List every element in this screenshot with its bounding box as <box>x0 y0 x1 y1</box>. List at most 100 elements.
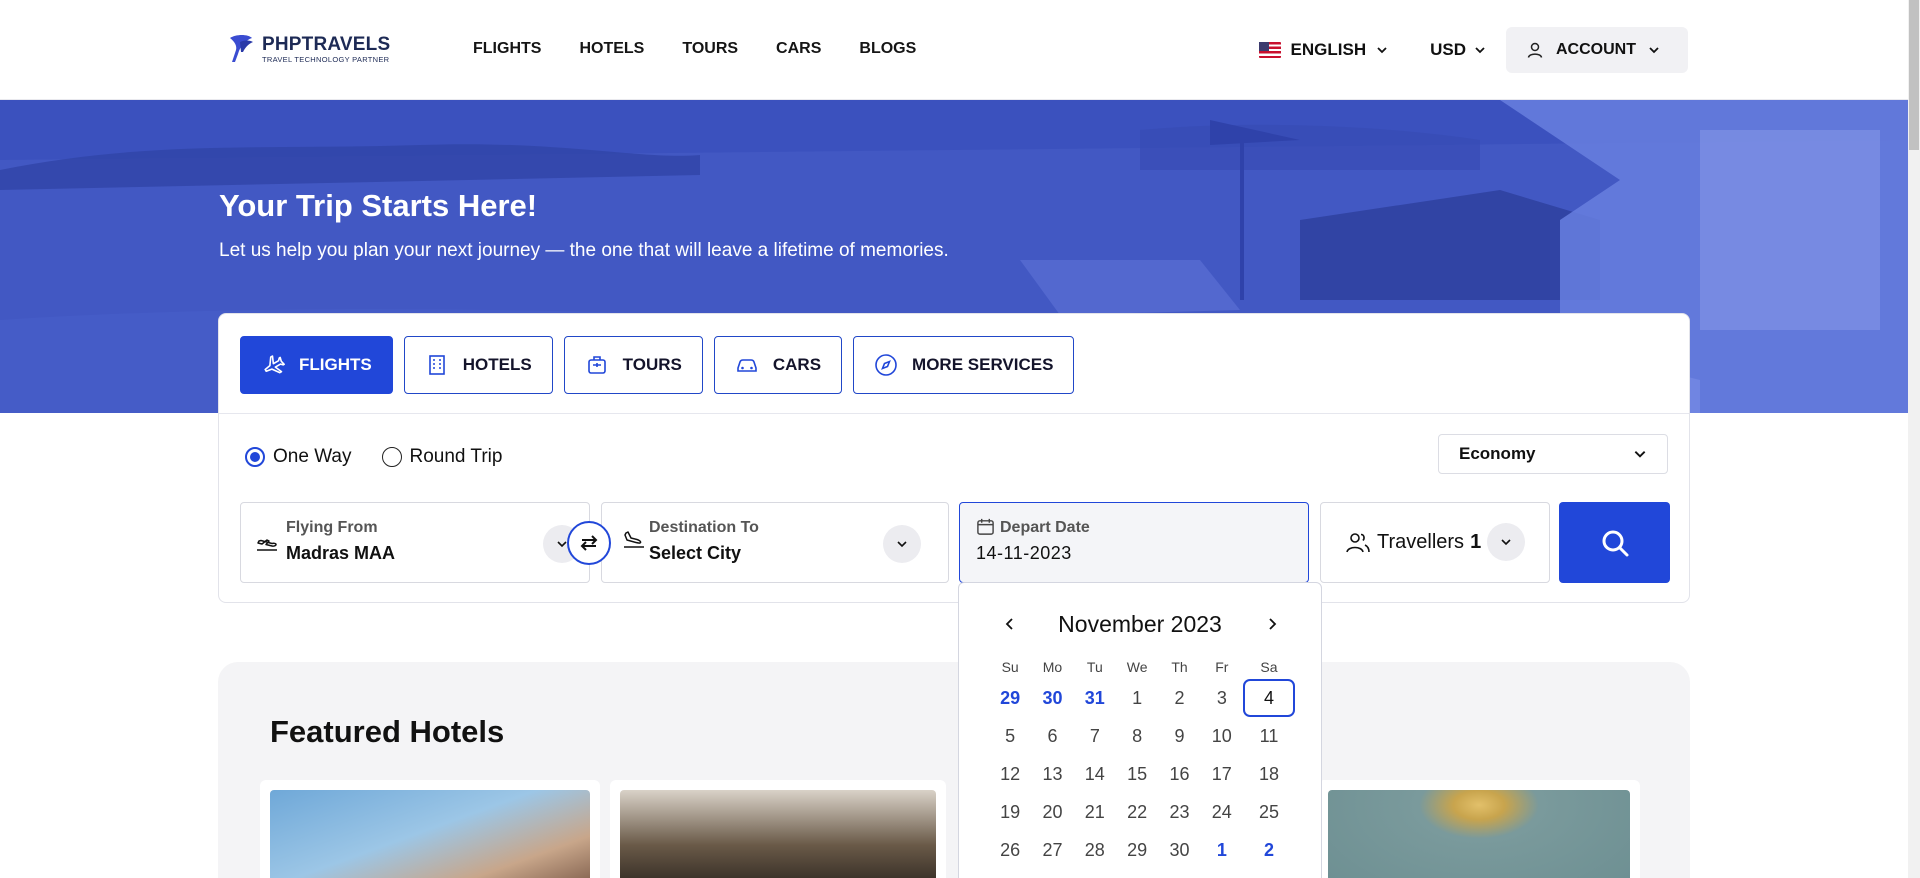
scrollbar-thumb[interactable] <box>1909 0 1919 150</box>
language-selector[interactable]: ENGLISH <box>1258 40 1389 60</box>
tab-label: TOURS <box>622 355 682 374</box>
calendar-day[interactable]: 20 <box>1031 793 1073 831</box>
calendar-day[interactable]: 26 <box>989 831 1031 869</box>
chevron-down-icon <box>1649 47 1659 54</box>
calendar-day[interactable]: 13 <box>1031 755 1073 793</box>
main-nav: FLIGHTS HOTELS TOURS CARS BLOGS <box>473 40 954 58</box>
calendar-day[interactable]: 10 <box>1201 717 1243 755</box>
calendar-day[interactable]: 1 <box>1201 831 1243 869</box>
calendar-day[interactable]: 9 <box>1158 717 1200 755</box>
calendar-day-number: 27 <box>1042 840 1063 860</box>
calendar-day[interactable]: 1 <box>1116 679 1158 717</box>
search-button[interactable] <box>1559 502 1670 583</box>
hotel-card[interactable] <box>260 780 600 878</box>
calendar-day[interactable]: 27 <box>1031 831 1073 869</box>
calendar-day[interactable]: 17 <box>1201 755 1243 793</box>
calendar-day-number: 25 <box>1258 802 1279 822</box>
calendar-day[interactable]: 8 <box>1116 717 1158 755</box>
calendar-day-number: 18 <box>1258 764 1279 784</box>
calendar-day-number: 17 <box>1211 764 1232 784</box>
weekday-header: Fr <box>1215 659 1229 675</box>
calendar-day[interactable]: 2 <box>1158 679 1200 717</box>
plane-icon <box>264 355 285 374</box>
calendar-day-number: 20 <box>1042 802 1063 822</box>
calendar-day[interactable]: 14 <box>1074 755 1116 793</box>
calendar-day-number: 13 <box>1042 764 1063 784</box>
calendar-day[interactable]: 24 <box>1201 793 1243 831</box>
calendar-day-number: 31 <box>1084 688 1105 708</box>
travellers-selector[interactable]: Travellers 1 <box>1320 502 1550 583</box>
currency-selector[interactable]: USD <box>1430 40 1486 60</box>
nav-link-tours[interactable]: TOURS <box>682 40 738 58</box>
destination-field[interactable]: Destination To Select City <box>601 502 949 583</box>
suitcase-icon <box>587 356 606 374</box>
calendar-day-number: 16 <box>1169 764 1190 784</box>
chevron-right-icon <box>1269 618 1277 630</box>
swap-cities-button[interactable] <box>567 521 611 565</box>
search-card: FLIGHTS HOTELS TOURS CARS MORE SERVICES … <box>218 313 1690 603</box>
nav-link-hotels[interactable]: HOTELS <box>579 40 644 58</box>
calendar-day[interactable]: 29 <box>989 679 1031 717</box>
tab-cars[interactable]: CARS <box>713 336 843 394</box>
hotel-card[interactable] <box>1318 780 1640 878</box>
calendar-day[interactable]: 22 <box>1116 793 1158 831</box>
next-month-button[interactable] <box>1261 613 1283 635</box>
hotel-image <box>620 790 936 878</box>
calendar-day[interactable]: 5 <box>989 717 1031 755</box>
weekday-header: Tu <box>1086 659 1103 675</box>
calendar-day-number: 11 <box>1259 726 1279 746</box>
calendar-day[interactable]: 3 <box>1201 679 1243 717</box>
radio-unchecked-icon <box>381 447 402 467</box>
calendar-day[interactable]: 18 <box>1243 755 1295 793</box>
calendar-day[interactable]: 28 <box>1074 831 1116 869</box>
brand-logo[interactable]: PHPTRAVELS TRAVEL TECHNOLOGY PARTNER <box>226 32 390 66</box>
calendar-day[interactable]: 11 <box>1243 717 1295 755</box>
trip-type-group: One Way Round Trip <box>245 446 502 468</box>
depart-date-label: Depart Date <box>1000 519 1090 536</box>
calendar-day[interactable]: 19 <box>989 793 1031 831</box>
depart-date-field[interactable]: Depart Date 14-11-2023 <box>959 502 1309 583</box>
tab-flights[interactable]: FLIGHTS <box>240 336 393 394</box>
one-way-radio[interactable]: One Way <box>245 446 352 468</box>
depart-date-input[interactable]: 14-11-2023 <box>976 543 1072 564</box>
calendar-day-number: 14 <box>1084 764 1105 784</box>
flying-from-field[interactable]: Flying From Madras MAA <box>240 502 590 583</box>
calendar-day[interactable]: 16 <box>1158 755 1200 793</box>
hero-subtitle: Let us help you plan your next journey —… <box>219 240 949 261</box>
cabin-class-select[interactable]: Economy <box>1438 434 1668 474</box>
chevron-down-icon <box>1475 47 1485 54</box>
building-icon <box>428 355 445 375</box>
nav-link-blogs[interactable]: BLOGS <box>859 40 916 58</box>
tab-tours[interactable]: TOURS <box>563 336 703 394</box>
tab-hotels[interactable]: HOTELS <box>403 336 553 394</box>
calendar-day[interactable]: 23 <box>1158 793 1200 831</box>
destination-value: Select City <box>649 543 742 563</box>
calendar-day[interactable]: 12 <box>989 755 1031 793</box>
calendar-day[interactable]: 2 <box>1243 831 1295 869</box>
calendar-day[interactable]: 30 <box>1158 831 1200 869</box>
calendar-day[interactable]: 21 <box>1074 793 1116 831</box>
calendar-day[interactable]: 30 <box>1031 679 1073 717</box>
nav-link-cars[interactable]: CARS <box>776 40 821 58</box>
calendar-day[interactable]: 6 <box>1031 717 1073 755</box>
travellers-dropdown-button[interactable] <box>1487 523 1525 561</box>
flying-from-value: Madras MAA <box>286 543 396 563</box>
calendar-day[interactable]: 31 <box>1074 679 1116 717</box>
tab-more-services[interactable]: MORE SERVICES <box>853 336 1075 394</box>
calendar-day[interactable]: 7 <box>1074 717 1116 755</box>
landing-icon <box>624 531 644 548</box>
calendar-day[interactable]: 25 <box>1243 793 1295 831</box>
nav-link-flights[interactable]: FLIGHTS <box>473 40 541 58</box>
page-scrollbar[interactable] <box>1908 0 1920 878</box>
calendar-day[interactable]: 29 <box>1116 831 1158 869</box>
round-trip-radio[interactable]: Round Trip <box>381 446 502 468</box>
hotel-card[interactable] <box>610 780 946 878</box>
account-button[interactable]: ACCOUNT <box>1506 27 1688 73</box>
destination-dropdown-button[interactable] <box>883 525 921 563</box>
compass-icon <box>875 354 897 376</box>
calendar-day-number: 12 <box>1000 764 1021 784</box>
users-icon <box>1346 532 1370 552</box>
calendar-day-selected[interactable]: 4 <box>1242 679 1295 717</box>
us-flag-icon <box>1258 42 1281 58</box>
calendar-day[interactable]: 15 <box>1116 755 1158 793</box>
